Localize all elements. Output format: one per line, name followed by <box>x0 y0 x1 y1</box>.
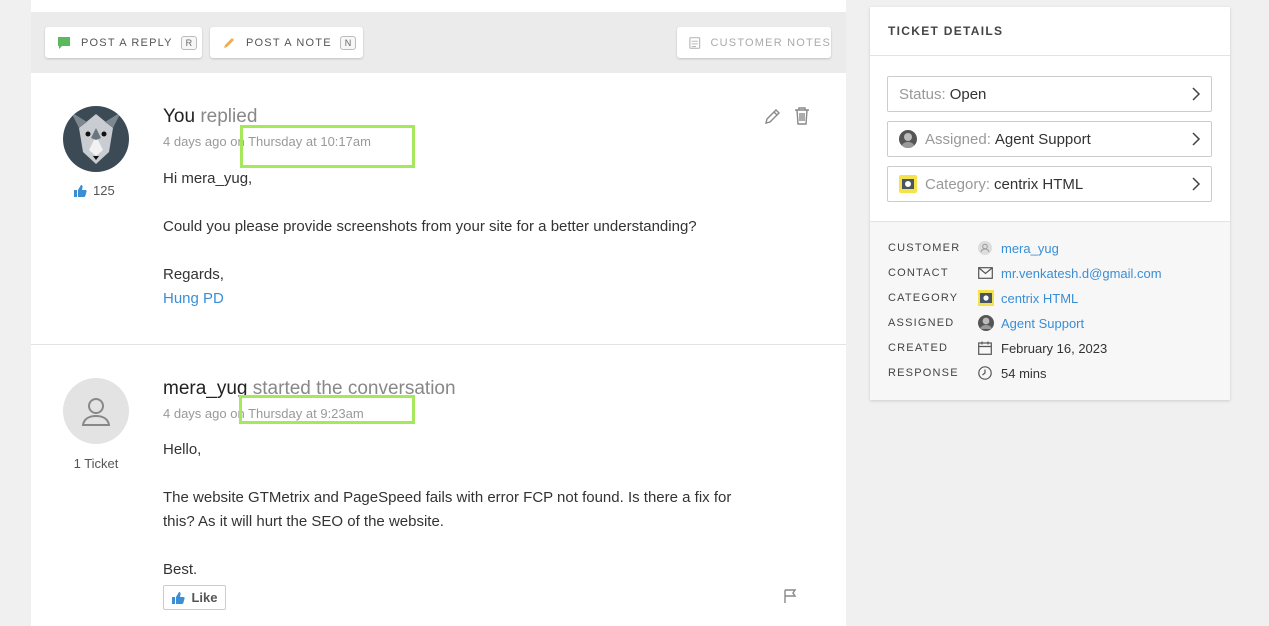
timestamp-relative: 4 days ago on <box>163 406 245 421</box>
like-label: Like <box>191 590 218 605</box>
detail-label: CREATED <box>888 342 949 354</box>
detail-row-contact: CONTACT mr.venkatesh.d@gmail.com <box>888 264 1218 282</box>
detail-label: CUSTOMER <box>888 242 961 254</box>
clock-icon <box>978 366 992 380</box>
message-reply: 125 You replied 4 days ago on Thursday a… <box>31 73 846 343</box>
reply-shortcut-key: R <box>180 35 198 50</box>
pencil-icon <box>224 37 234 48</box>
author-name: mera_yug <box>163 378 248 399</box>
calendar-icon <box>978 341 992 355</box>
body-paragraph: Hello, <box>163 441 202 458</box>
message-body: Hi mera_yug, Could you please provide sc… <box>163 167 763 311</box>
assigned-link[interactable]: Agent Support <box>1001 316 1084 331</box>
note-shortcut-key: N <box>339 35 357 50</box>
avatar <box>63 378 129 444</box>
agent-avatar-icon <box>978 315 994 331</box>
body-paragraph: Hi mera_yug, <box>163 170 253 187</box>
user-icon <box>81 398 111 426</box>
timestamp-relative: 4 days ago on <box>163 134 245 149</box>
post-reply-button[interactable]: POST A REPLY R <box>45 27 202 58</box>
ticket-details-panel: TICKET DETAILS Status: Open Assigned: Ag… <box>870 7 1230 400</box>
chevron-right-icon <box>1192 132 1201 146</box>
body-paragraph: Regards, <box>163 266 224 283</box>
detail-label: RESPONSE <box>888 367 959 379</box>
created-value: February 16, 2023 <box>1001 340 1108 356</box>
detail-row-assigned: ASSIGNED Agent Support <box>888 314 1218 332</box>
body-paragraph: The website GTMetrix and PageSpeed fails… <box>163 489 732 530</box>
message-action: replied <box>200 106 258 127</box>
status-value: Open <box>949 85 987 103</box>
body-paragraph: Could you please provide screenshots fro… <box>163 218 697 235</box>
status-key: Status: <box>899 85 946 103</box>
chevron-right-icon <box>1192 87 1201 101</box>
flag-icon[interactable] <box>783 588 799 604</box>
thumbs-up-icon <box>172 591 186 604</box>
like-button[interactable]: Like <box>163 585 226 610</box>
highlight-box <box>240 125 415 168</box>
body-paragraph: Best. <box>163 561 198 578</box>
detail-label: CATEGORY <box>888 292 959 304</box>
chevron-right-icon <box>1192 177 1201 191</box>
assigned-key: Assigned: <box>925 130 991 148</box>
author-name: You <box>163 106 196 127</box>
status-dropdown[interactable]: Status: Open <box>887 76 1212 112</box>
edit-icon[interactable] <box>763 107 782 126</box>
category-logo <box>899 175 917 193</box>
conversation-panel: POST A REPLY R POST A NOTE N CUSTOMER NO… <box>31 0 846 626</box>
like-count-value: 125 <box>93 183 115 198</box>
customer-notes-label: CUSTOMER NOTES <box>710 36 831 49</box>
detail-row-category: CATEGORY centrix HTML <box>888 289 1218 307</box>
category-dropdown[interactable]: Category: centrix HTML <box>887 166 1212 202</box>
like-count: 125 <box>73 183 115 198</box>
post-note-label: POST A NOTE <box>246 36 332 49</box>
post-reply-label: POST A REPLY <box>81 36 173 49</box>
category-key: Category: <box>925 175 991 193</box>
customer-link[interactable]: mera_yug <box>1001 241 1059 256</box>
category-link[interactable]: centrix HTML <box>1001 291 1078 306</box>
user-small-icon <box>978 241 992 255</box>
reply-toolbar: POST A REPLY R POST A NOTE N CUSTOMER NO… <box>31 12 846 73</box>
detail-row-created: CREATED February 16, 2023 <box>888 339 1218 357</box>
mail-icon <box>978 267 993 279</box>
category-value: centrix HTML <box>994 175 1084 193</box>
notes-icon <box>689 36 701 49</box>
post-note-button[interactable]: POST A NOTE N <box>210 27 363 58</box>
message-original: 1 Ticket mera_yug started the conversati… <box>31 344 846 626</box>
detail-row-response: RESPONSE 54 mins <box>888 364 1218 382</box>
assigned-value: Agent Support <box>994 130 1091 148</box>
detail-label: CONTACT <box>888 267 949 279</box>
customer-notes-button[interactable]: CUSTOMER NOTES <box>677 27 831 58</box>
avatar <box>63 106 129 172</box>
detail-label: ASSIGNED <box>888 317 955 329</box>
ticket-detail-list: CUSTOMER mera_yug CONTACT mr.venkatesh.d… <box>870 221 1230 400</box>
comment-icon <box>58 36 70 49</box>
divider <box>870 55 1230 56</box>
assigned-dropdown[interactable]: Assigned: Agent Support <box>887 121 1212 157</box>
contact-email-link[interactable]: mr.venkatesh.d@gmail.com <box>1001 266 1162 281</box>
highlight-box <box>239 395 415 424</box>
signature-link[interactable]: Hung PD <box>163 287 763 311</box>
detail-row-customer: CUSTOMER mera_yug <box>888 239 1218 257</box>
trash-icon[interactable] <box>793 106 811 126</box>
category-logo-icon <box>978 290 994 306</box>
ticket-count: 1 Ticket <box>73 456 119 471</box>
agent-avatar <box>899 130 917 148</box>
message-body: Hello, The website GTMetrix and PageSpee… <box>163 438 763 582</box>
panel-title: TICKET DETAILS <box>888 24 1004 38</box>
response-value: 54 mins <box>1001 365 1047 381</box>
thumbs-up-icon <box>74 184 87 197</box>
